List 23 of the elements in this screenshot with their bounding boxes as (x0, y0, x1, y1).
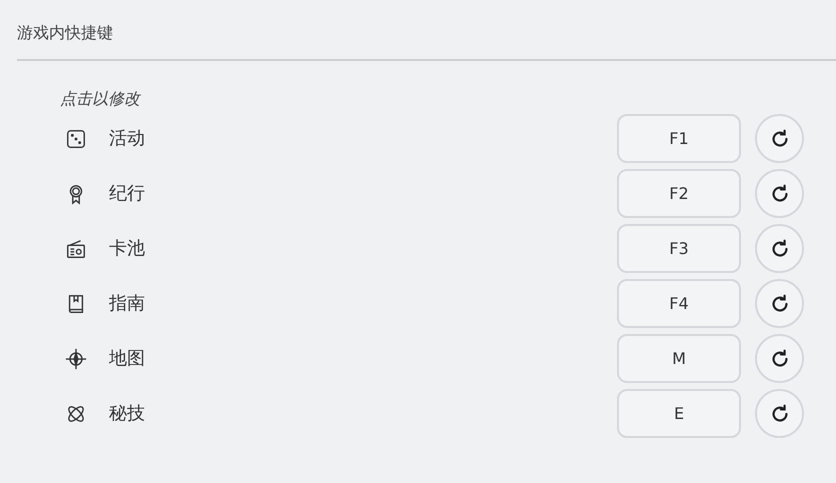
reset-button[interactable] (755, 114, 804, 163)
shortcut-label: 指南 (109, 292, 145, 316)
dice-icon (65, 128, 87, 150)
reset-button[interactable] (755, 389, 804, 438)
reset-button[interactable] (755, 169, 804, 218)
key-binding-button[interactable]: F4 (617, 279, 741, 328)
key-binding-button[interactable]: F1 (617, 114, 741, 163)
shortcut-label: 活动 (109, 127, 145, 151)
shortcut-label: 秘技 (109, 402, 145, 426)
reset-button[interactable] (755, 224, 804, 273)
key-binding-button[interactable]: F2 (617, 169, 741, 218)
crosshair-icon (65, 348, 87, 370)
shortcut-label: 纪行 (109, 182, 145, 206)
reset-button[interactable] (755, 279, 804, 328)
shortcut-label: 地图 (109, 347, 145, 371)
radio-icon (65, 238, 87, 260)
section-title: 游戏内快捷键 (17, 22, 113, 44)
key-binding-button[interactable]: F3 (617, 224, 741, 273)
shortcut-label: 卡池 (109, 237, 145, 261)
reset-button[interactable] (755, 334, 804, 383)
key-binding-button[interactable]: E (617, 389, 741, 438)
key-binding-button[interactable]: M (617, 334, 741, 383)
hint-text: 点击以修改 (60, 88, 140, 110)
